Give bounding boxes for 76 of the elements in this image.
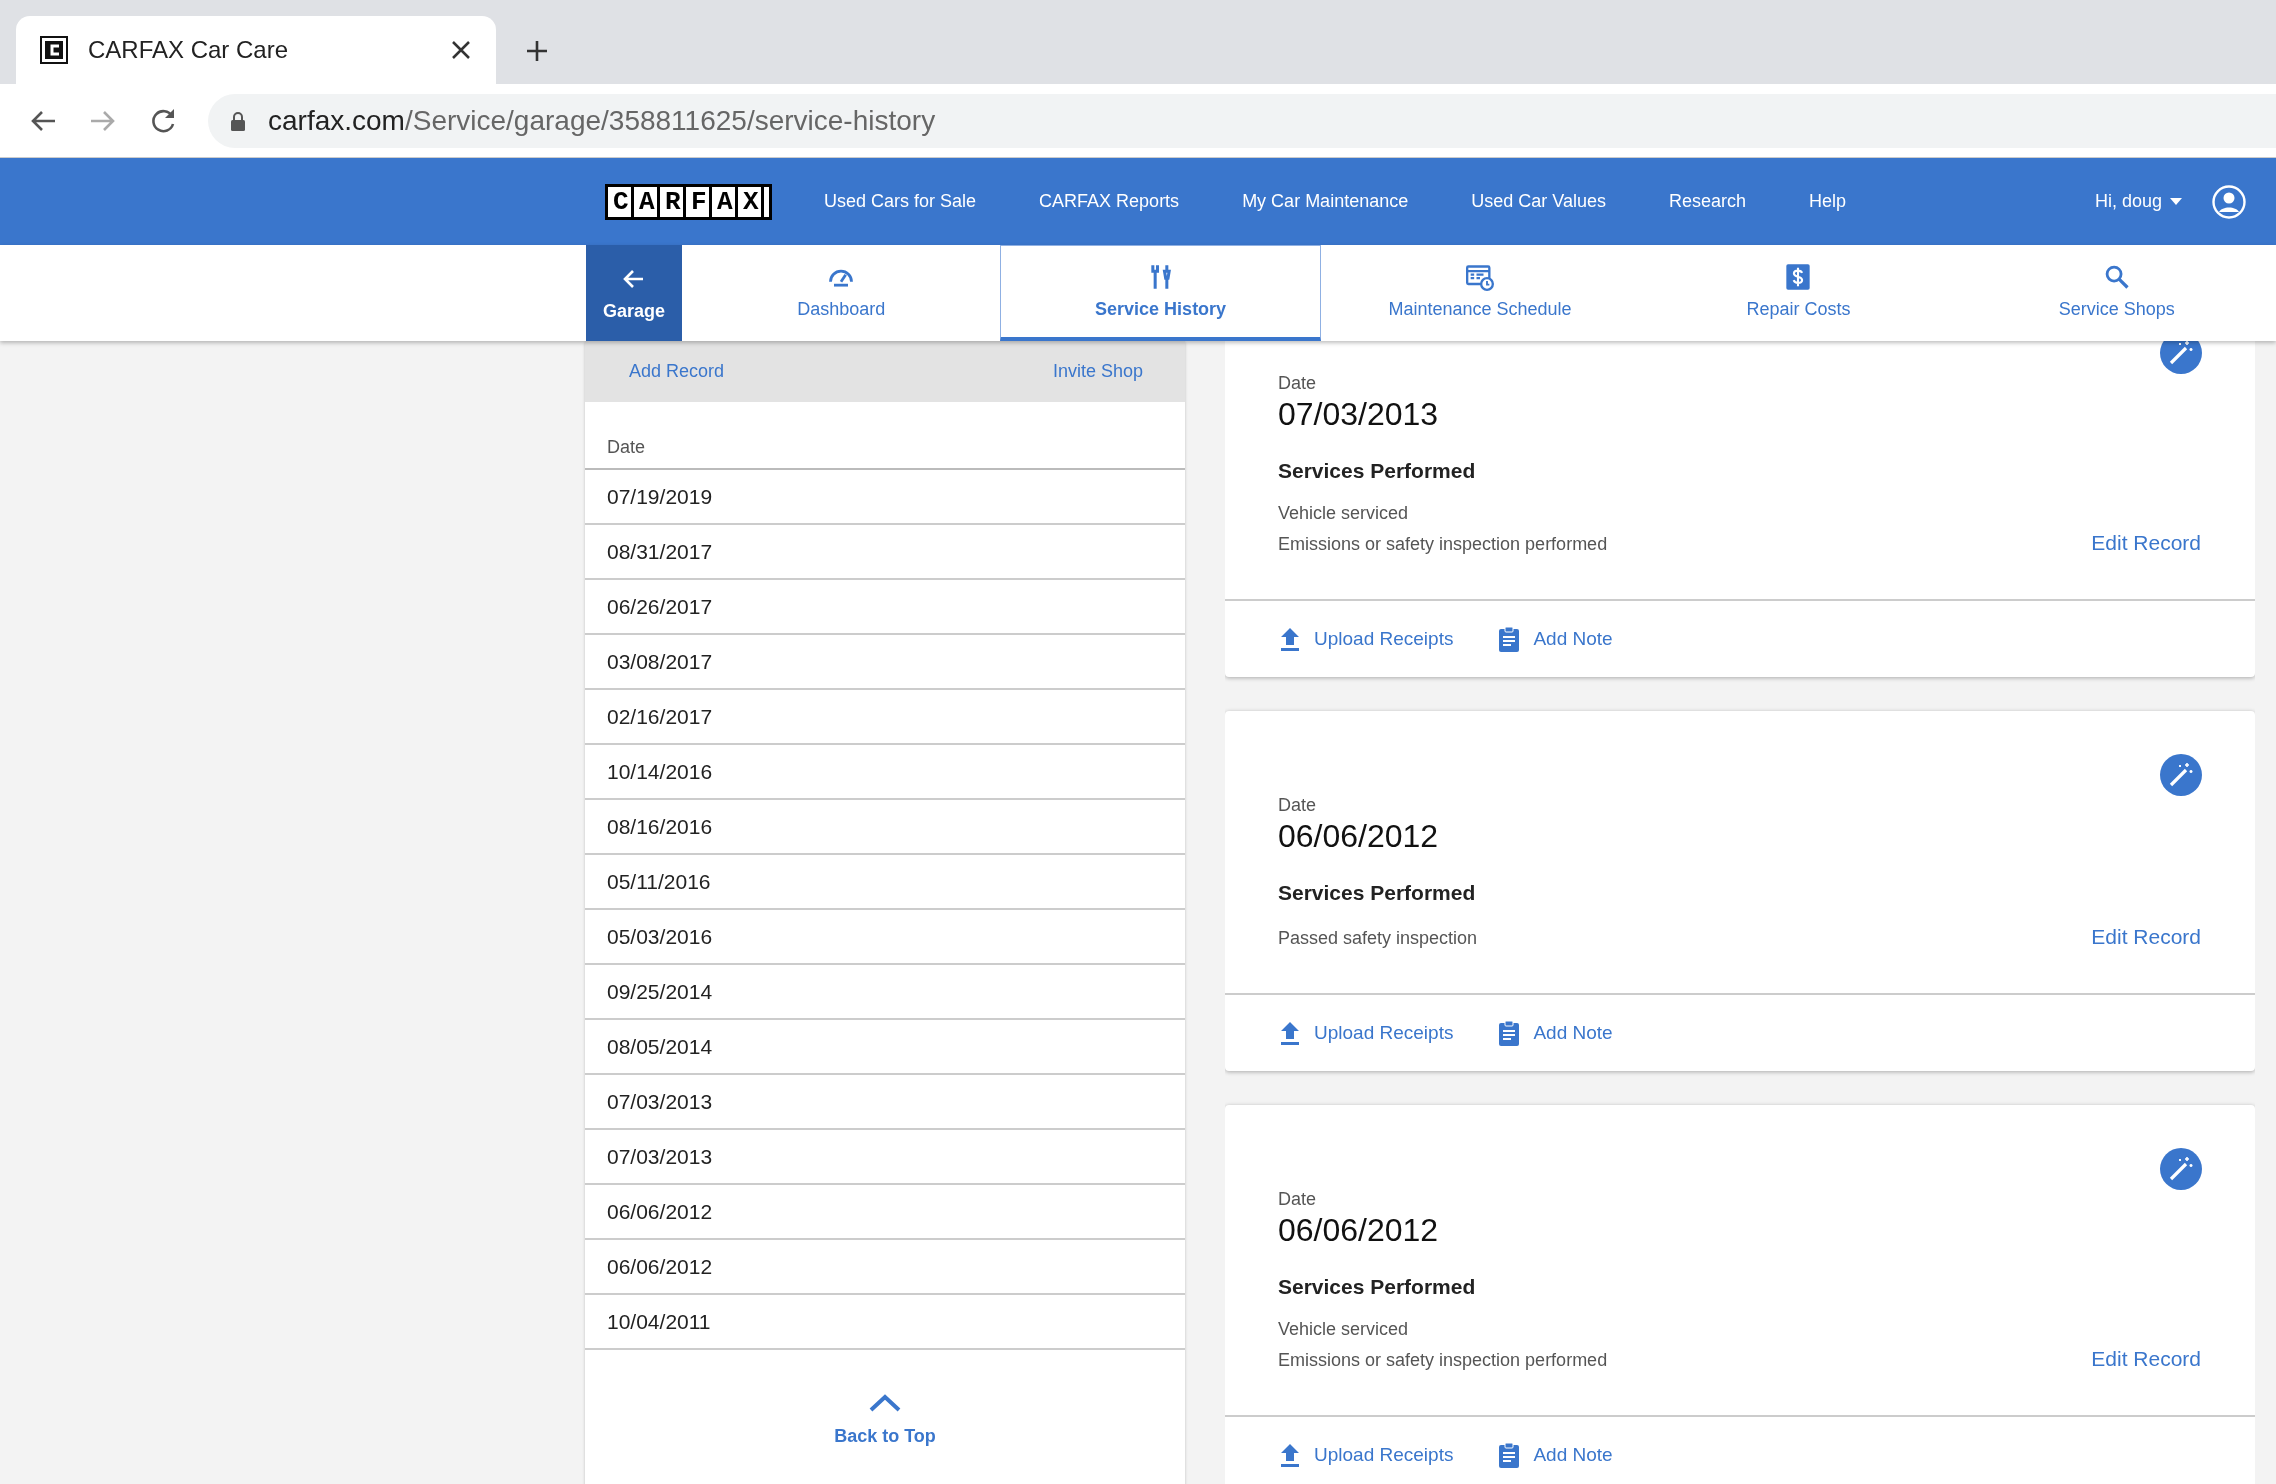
date-label: Date bbox=[1278, 373, 1318, 394]
caret-icon bbox=[2170, 197, 2182, 206]
upload-icon bbox=[1278, 1020, 1302, 1046]
record-action-link[interactable]: Upload Receipts bbox=[1278, 626, 1454, 652]
lock-icon bbox=[230, 110, 246, 131]
dollar-icon bbox=[1784, 262, 1813, 291]
browser-tab[interactable]: CARFAX Car Care bbox=[16, 16, 496, 84]
date-row[interactable]: 08/31/2017 bbox=[585, 525, 1185, 580]
chevron-up-icon bbox=[868, 1392, 902, 1412]
nav-link[interactable]: My Car Maintenance bbox=[1242, 191, 1409, 212]
section-heading: Services Performed bbox=[1278, 881, 1477, 905]
user-menu[interactable]: Hi, doug bbox=[2094, 191, 2182, 212]
calendar-clock-icon bbox=[1466, 262, 1494, 291]
record-action-link[interactable]: Add Note bbox=[1497, 1020, 1613, 1046]
section-tab[interactable]: Repair Costs bbox=[1639, 245, 1958, 341]
clipboard-icon bbox=[1497, 1442, 1522, 1468]
date-row[interactable]: 10/04/2011 bbox=[585, 1295, 1185, 1350]
record-action-link[interactable]: Add Note bbox=[1497, 626, 1613, 652]
clipboard-icon bbox=[1497, 1020, 1522, 1046]
date-row[interactable]: 07/03/2013 bbox=[585, 1130, 1185, 1185]
service-item: Passed safety inspection bbox=[1278, 928, 1478, 949]
nav-link[interactable]: Help bbox=[1809, 191, 1846, 212]
magic-wand-icon[interactable] bbox=[2160, 754, 2202, 796]
section-tab[interactable]: Maintenance Schedule bbox=[1320, 245, 1640, 341]
record-date: 06/06/2012 bbox=[1278, 818, 1440, 855]
edit-record-link[interactable]: Edit Record bbox=[2091, 925, 2201, 949]
tab-title: CARFAX Car Care bbox=[88, 36, 290, 64]
record-action-link[interactable]: Add Note bbox=[1497, 1442, 1613, 1468]
nav-link[interactable]: Used Car Values bbox=[1471, 191, 1606, 212]
clipboard-icon bbox=[1497, 626, 1522, 652]
section-heading: Services Performed bbox=[1278, 1275, 1477, 1299]
magic-wand-icon[interactable] bbox=[2160, 1148, 2202, 1190]
date-row[interactable]: 07/19/2019 bbox=[585, 470, 1185, 525]
upload-icon bbox=[1278, 626, 1302, 652]
service-item: Vehicle serviced bbox=[1278, 1319, 1410, 1340]
nav-link[interactable]: Used Cars for Sale bbox=[824, 191, 977, 212]
section-heading: Services Performed bbox=[1278, 459, 1477, 483]
record-action-link[interactable]: Upload Receipts bbox=[1278, 1020, 1454, 1046]
toolbar-link[interactable]: Add Record bbox=[629, 361, 725, 382]
date-row[interactable]: 06/06/2012 bbox=[585, 1240, 1185, 1295]
back-to-top-link[interactable]: Back to Top bbox=[585, 1350, 1185, 1447]
service-item: Vehicle serviced bbox=[1278, 503, 1410, 524]
date-row[interactable]: 08/16/2016 bbox=[585, 800, 1185, 855]
account-icon[interactable] bbox=[2212, 184, 2246, 219]
date-row[interactable]: 03/08/2017 bbox=[585, 635, 1185, 690]
date-row[interactable]: 02/16/2017 bbox=[585, 690, 1185, 745]
record-date: 06/06/2012 bbox=[1278, 1212, 1440, 1249]
address-bar[interactable]: carfax.com/Service/garage/358811625/service-history bbox=[208, 93, 2276, 148]
date-label: Date bbox=[1278, 1189, 1318, 1210]
date-row[interactable]: 05/11/2016 bbox=[585, 855, 1185, 910]
close-icon[interactable] bbox=[450, 39, 472, 61]
date-row[interactable]: 07/03/2013 bbox=[585, 1075, 1185, 1130]
date-row[interactable]: 06/26/2017 bbox=[585, 580, 1185, 635]
magic-wand-icon[interactable] bbox=[2160, 341, 2202, 374]
record-date: 07/03/2013 bbox=[1278, 396, 1440, 433]
nav-link[interactable]: Research bbox=[1668, 191, 1746, 212]
upload-icon bbox=[1278, 1442, 1302, 1468]
edit-record-link[interactable]: Edit Record bbox=[2091, 1347, 2201, 1371]
edit-record-link[interactable]: Edit Record bbox=[2091, 531, 2201, 555]
date-row[interactable]: 09/25/2014 bbox=[585, 965, 1185, 1020]
section-tab[interactable]: Dashboard bbox=[682, 245, 1001, 341]
nav-link[interactable]: CARFAX Reports bbox=[1039, 191, 1180, 212]
date-row[interactable]: 08/05/2014 bbox=[585, 1020, 1185, 1075]
new-tab-icon[interactable] bbox=[526, 40, 548, 62]
toolbar-link[interactable]: Invite Shop bbox=[1052, 361, 1143, 382]
section-tab[interactable]: Service Shops bbox=[1957, 245, 2276, 341]
service-item: Emissions or safety inspection performed bbox=[1278, 1350, 1608, 1371]
date-label: Date bbox=[1278, 795, 1318, 816]
record-action-link[interactable]: Upload Receipts bbox=[1278, 1442, 1454, 1468]
column-header: Date bbox=[585, 402, 1185, 470]
favicon-icon bbox=[40, 36, 68, 64]
garage-button[interactable]: Garage bbox=[586, 245, 682, 341]
service-item: Emissions or safety inspection performed bbox=[1278, 534, 1608, 555]
date-row[interactable]: 05/03/2016 bbox=[585, 910, 1185, 965]
date-row[interactable]: 10/14/2016 bbox=[585, 745, 1185, 800]
date-row[interactable]: 06/06/2012 bbox=[585, 1185, 1185, 1240]
